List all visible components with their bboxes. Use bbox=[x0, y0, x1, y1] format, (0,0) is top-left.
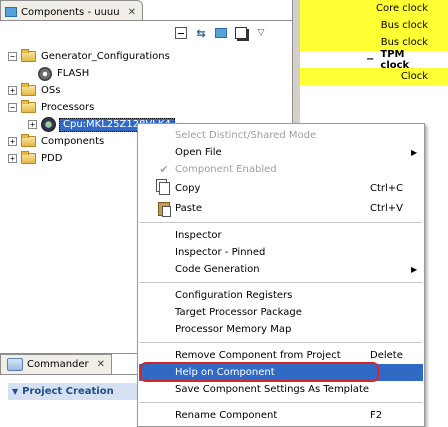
menu-item-rename-component[interactable]: Rename Component F2 bbox=[139, 407, 423, 424]
components-view-icon bbox=[5, 7, 17, 17]
menu-item-copy[interactable]: Copy Ctrl+C bbox=[139, 180, 423, 197]
section-title: Project Creation bbox=[22, 386, 114, 397]
expand-icon[interactable]: + bbox=[8, 86, 17, 95]
tab-strip-border bbox=[0, 20, 292, 21]
property-row-bus-clock[interactable]: Bus clock bbox=[300, 17, 448, 34]
tree-item-generator-configurations[interactable]: − Generator_Configurations bbox=[8, 48, 290, 65]
menu-item-shortcut: Ctrl+V bbox=[370, 203, 404, 214]
close-icon[interactable]: ✕ bbox=[128, 7, 136, 18]
menu-item-label: Inspector bbox=[175, 230, 222, 241]
property-group-tpm-clock[interactable]: − TPM clock bbox=[300, 48, 448, 71]
menu-item-select-distinct-shared-mode[interactable]: Select Distinct/Shared Mode bbox=[139, 127, 423, 144]
menu-item-code-generation[interactable]: Code Generation ▶ bbox=[139, 261, 423, 278]
link-with-editor-icon[interactable]: ⇆ bbox=[194, 26, 208, 40]
tree-item-label: OSs bbox=[41, 85, 61, 96]
commander-icon bbox=[7, 358, 23, 371]
submenu-arrow-icon: ▶ bbox=[411, 265, 418, 274]
gear-icon bbox=[38, 66, 52, 81]
tree-item-label: Processors bbox=[41, 102, 95, 113]
folder-icon bbox=[21, 151, 36, 164]
menu-item-label: Inspector - Pinned bbox=[175, 247, 266, 258]
menu-item-label: Paste bbox=[175, 203, 202, 214]
menu-item-label: Processor Memory Map bbox=[175, 324, 292, 335]
view-menu-icon[interactable]: ▽ bbox=[254, 26, 268, 40]
menu-item-label: Remove Component from Project bbox=[175, 350, 341, 361]
menu-item-label: Help on Component bbox=[175, 367, 275, 378]
group-expander-icon[interactable]: − bbox=[366, 54, 374, 65]
copy-icon bbox=[157, 182, 171, 195]
expand-icon[interactable]: + bbox=[28, 120, 37, 129]
context-menu: Select Distinct/Shared Mode Open File ▶ … bbox=[137, 123, 425, 427]
project-creation-section[interactable]: ▼ Project Creation bbox=[8, 382, 140, 400]
tree-item-label: Generator_Configurations bbox=[41, 51, 170, 62]
checkmark-icon: ✔ bbox=[159, 163, 169, 176]
folder-icon bbox=[21, 83, 36, 96]
menu-item-label: Rename Component bbox=[175, 410, 278, 421]
menu-item-remove-component[interactable]: Remove Component from Project Delete bbox=[139, 347, 423, 364]
components-view-tab[interactable]: Components - uuuu ✕ bbox=[0, 0, 143, 21]
triangle-down-icon: ▼ bbox=[12, 387, 19, 396]
folder-icon bbox=[21, 134, 36, 147]
menu-item-shortcut: F2 bbox=[370, 410, 383, 421]
menu-item-label: Copy bbox=[175, 183, 201, 194]
menu-separator bbox=[140, 282, 422, 283]
menu-item-open-file[interactable]: Open File ▶ bbox=[139, 144, 423, 161]
collapse-all-icon[interactable] bbox=[174, 26, 188, 40]
tree-item-oss[interactable]: + OSs bbox=[8, 82, 290, 99]
menu-item-shortcut: Delete bbox=[370, 350, 403, 361]
commander-view-title: Commander bbox=[27, 359, 89, 370]
menu-separator bbox=[140, 222, 422, 223]
folder-icon bbox=[21, 49, 36, 62]
property-row-core-clock[interactable]: Core clock bbox=[300, 0, 448, 17]
menu-item-help-on-component[interactable]: Help on Component bbox=[139, 364, 423, 381]
menu-item-label: Code Generation bbox=[175, 264, 260, 275]
menu-item-label: Component Enabled bbox=[175, 164, 277, 175]
menu-item-shortcut: Ctrl+C bbox=[370, 183, 404, 194]
expand-icon[interactable]: + bbox=[8, 137, 17, 146]
property-label: Clock bbox=[400, 71, 428, 82]
commander-view-tab[interactable]: Commander ✕ bbox=[0, 354, 113, 374]
menu-item-inspector[interactable]: Inspector bbox=[139, 227, 423, 244]
tree-item-processors[interactable]: − Processors bbox=[8, 99, 290, 116]
paste-icon bbox=[157, 201, 171, 217]
menu-item-inspector-pinned[interactable]: Inspector - Pinned bbox=[139, 244, 423, 261]
stack-icon[interactable] bbox=[234, 26, 248, 40]
expand-icon[interactable]: + bbox=[8, 154, 17, 163]
components-view-title: Components - uuuu bbox=[21, 6, 120, 18]
tree-item-label: Components bbox=[41, 136, 105, 147]
menu-item-processor-memory-map[interactable]: Processor Memory Map bbox=[139, 321, 423, 338]
menu-separator bbox=[140, 342, 422, 343]
property-label: Core clock bbox=[375, 3, 428, 14]
property-label: Bus clock bbox=[380, 37, 428, 48]
menu-item-component-enabled[interactable]: ✔ Component Enabled bbox=[139, 161, 423, 178]
menu-item-configuration-registers[interactable]: Configuration Registers bbox=[139, 287, 423, 304]
property-group-label: TPM clock bbox=[380, 48, 410, 71]
tree-item-label: FLASH bbox=[57, 68, 90, 79]
cpu-icon bbox=[41, 117, 56, 132]
menu-separator bbox=[140, 402, 422, 403]
submenu-arrow-icon: ▶ bbox=[411, 148, 418, 157]
property-label: Bus clock bbox=[380, 20, 428, 31]
folder-icon bbox=[21, 100, 36, 113]
new-folder-icon[interactable] bbox=[214, 26, 228, 40]
property-row-clock[interactable]: Clock bbox=[300, 68, 448, 85]
collapse-icon[interactable]: − bbox=[8, 52, 17, 61]
menu-item-label: Configuration Registers bbox=[175, 290, 293, 301]
close-icon[interactable]: ✕ bbox=[97, 359, 105, 370]
menu-item-label: Target Processor Package bbox=[175, 307, 302, 318]
menu-item-label: Select Distinct/Shared Mode bbox=[175, 130, 317, 141]
components-toolbar: ⇆ ▽ bbox=[174, 22, 268, 44]
menu-item-save-component-settings[interactable]: Save Component Settings As Template bbox=[139, 381, 423, 398]
collapse-icon[interactable]: − bbox=[8, 103, 17, 112]
menu-item-paste[interactable]: Paste Ctrl+V bbox=[139, 200, 423, 217]
menu-item-label: Open File bbox=[175, 147, 222, 158]
tree-item-flash[interactable]: FLASH bbox=[8, 65, 290, 82]
menu-item-target-processor-package[interactable]: Target Processor Package bbox=[139, 304, 423, 321]
menu-item-label: Save Component Settings As Template bbox=[175, 384, 370, 395]
tree-item-label: PDD bbox=[41, 153, 63, 164]
